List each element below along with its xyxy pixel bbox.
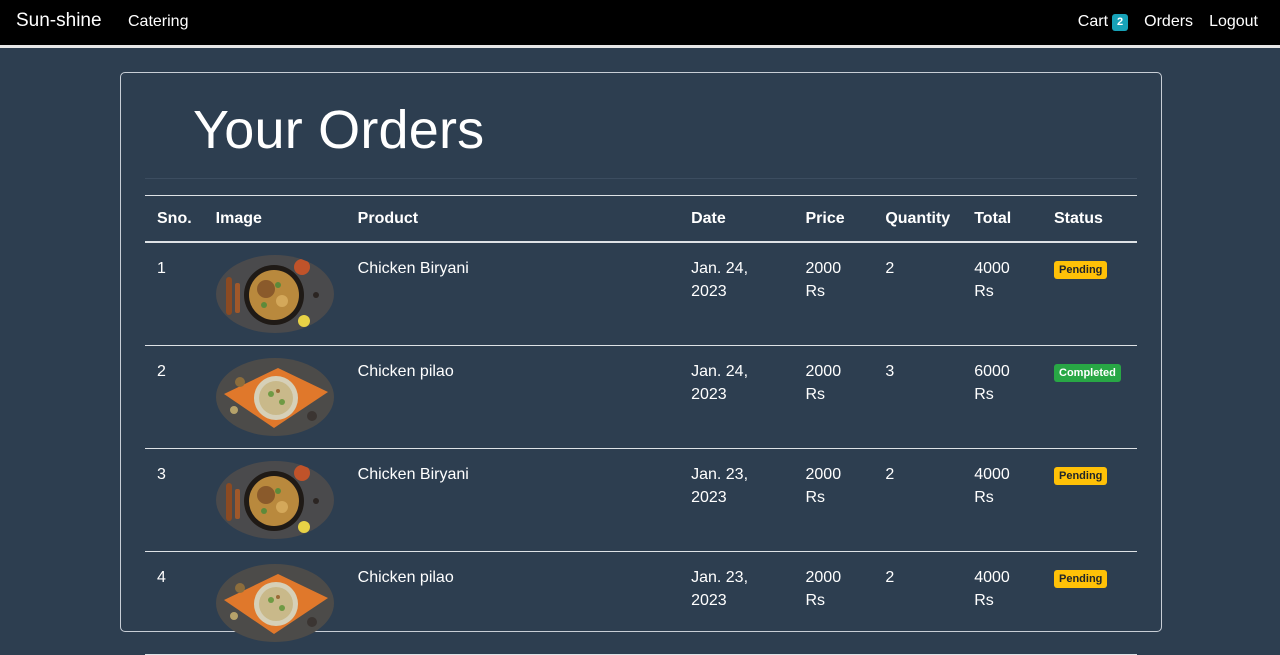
cell-image xyxy=(203,345,346,449)
cell-quantity: 3 xyxy=(873,345,963,449)
cell-total: 4000 Rs xyxy=(962,448,1042,552)
cell-quantity: 2 xyxy=(873,551,963,655)
table-row: 3 Chicken Biryani Jan. 23, 2023 2000 Rs … xyxy=(145,448,1137,552)
cell-sno: 4 xyxy=(145,551,204,655)
cell-image xyxy=(203,448,346,552)
nav-right-group: Cart 2 Orders Logout xyxy=(1078,13,1258,31)
cell-date: Jan. 23, 2023 xyxy=(679,448,794,552)
cell-total: 6000 Rs xyxy=(962,345,1042,449)
orders-table: Sno. Image Product Date Price Quantity T… xyxy=(145,195,1137,655)
cell-price: 2000 Rs xyxy=(793,551,874,655)
cart-count-badge: 2 xyxy=(1112,13,1129,31)
status-badge: Pending xyxy=(1054,570,1108,588)
title-divider xyxy=(145,178,1137,179)
status-badge: Pending xyxy=(1054,261,1108,279)
header-price: Price xyxy=(793,195,874,243)
table-header-row: Sno. Image Product Date Price Quantity T… xyxy=(145,195,1137,243)
cell-product: Chicken pilao xyxy=(345,345,680,449)
food-image-pilao xyxy=(215,358,334,436)
cell-quantity: 2 xyxy=(873,448,963,552)
cell-sno: 3 xyxy=(145,448,204,552)
cell-product: Chicken pilao xyxy=(345,551,680,655)
orders-card: Your Orders Sno. Image Product Date Pric… xyxy=(120,72,1162,655)
cell-status: Pending xyxy=(1042,242,1137,346)
table-row: 1 Chicken Biryani Jan. 24, 2023 2000 Rs … xyxy=(145,242,1137,346)
food-image-biryani xyxy=(215,461,334,539)
food-image-pilao xyxy=(215,564,334,642)
header-total: Total xyxy=(962,195,1042,243)
cell-total: 4000 Rs xyxy=(962,242,1042,346)
header-product: Product xyxy=(345,195,680,243)
table-row: 2 Chicken pilao Jan. 24, 2023 2000 Rs 3 … xyxy=(145,345,1137,449)
cell-status: Pending xyxy=(1042,448,1137,552)
cell-price: 2000 Rs xyxy=(793,448,874,552)
header-image: Image xyxy=(203,195,346,243)
food-image-biryani xyxy=(215,255,334,333)
cell-date: Jan. 24, 2023 xyxy=(679,345,794,449)
cell-status: Pending xyxy=(1042,551,1137,655)
brand-link[interactable]: Sun-shine xyxy=(16,10,102,32)
header-quantity: Quantity xyxy=(873,195,963,243)
header-status: Status xyxy=(1042,195,1137,243)
cell-price: 2000 Rs xyxy=(793,242,874,346)
cell-product: Chicken Biryani xyxy=(345,448,680,552)
cell-sno: 1 xyxy=(145,242,204,346)
cell-total: 4000 Rs xyxy=(962,551,1042,655)
nav-link-logout[interactable]: Logout xyxy=(1209,13,1258,31)
status-badge: Completed xyxy=(1054,364,1121,382)
orders-table-body: 1 Chicken Biryani Jan. 24, 2023 2000 Rs … xyxy=(145,242,1137,655)
cell-date: Jan. 24, 2023 xyxy=(679,242,794,346)
cell-price: 2000 Rs xyxy=(793,345,874,449)
header-date: Date xyxy=(679,195,794,243)
page-title: Your Orders xyxy=(193,100,485,160)
nav-link-catering[interactable]: Catering xyxy=(128,13,188,31)
cell-image xyxy=(203,551,346,655)
nav-link-cart[interactable]: Cart 2 xyxy=(1077,13,1129,31)
cell-quantity: 2 xyxy=(873,242,963,346)
header-sno: Sno. xyxy=(145,195,204,243)
cell-image xyxy=(203,242,346,346)
cell-sno: 2 xyxy=(145,345,204,449)
nav-link-orders[interactable]: Orders xyxy=(1144,13,1193,31)
cell-date: Jan. 23, 2023 xyxy=(679,551,794,655)
cell-product: Chicken Biryani xyxy=(345,242,680,346)
cell-status: Completed xyxy=(1042,345,1137,449)
navbar: Sun-shine Catering Cart 2 Orders Logout xyxy=(0,0,1280,48)
table-row: 4 Chicken pilao Jan. 23, 2023 2000 Rs 2 … xyxy=(145,551,1137,655)
cart-label: Cart xyxy=(1077,13,1109,30)
status-badge: Pending xyxy=(1054,467,1108,485)
